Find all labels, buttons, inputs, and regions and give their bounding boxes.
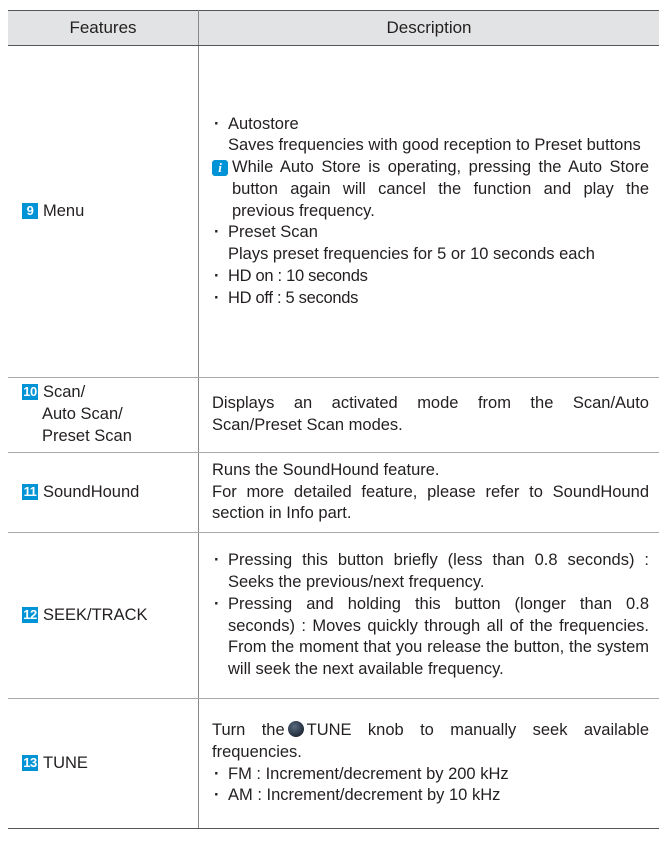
item-number-badge: 11 [22, 483, 38, 500]
feature-cell: 9 Menu [8, 45, 199, 378]
feature-cell: 10 Scan/ Auto Scan/ Preset Scan [8, 377, 199, 453]
table-row: 11 SoundHound Runs the SoundHound feature… [8, 452, 659, 533]
description-column-header: Description [198, 10, 659, 46]
bullet-item: Pressing this button briefly (less than … [212, 550, 649, 594]
info-note: i While Auto Store is operating, pressing… [212, 157, 649, 222]
feature-label-line: Preset Scan [42, 426, 132, 445]
table-header-row: Features Description [8, 10, 659, 46]
info-icon: i [212, 160, 228, 177]
feature-cell: 13 TUNE [8, 698, 199, 829]
item-number-badge: 13 [22, 754, 38, 771]
table-row: 10 Scan/ Auto Scan/ Preset Scan Displays … [8, 377, 659, 453]
bullet-detail: Saves frequencies with good reception to… [228, 136, 641, 155]
item-number-badge: 10 [22, 384, 38, 401]
description-text: Turn the TUNE knob to manually seek avail… [212, 720, 649, 764]
description-cell: Pressing this button briefly (less than … [198, 532, 659, 699]
bullet-item: AM : Increment/decrement by 10 kHz [212, 785, 649, 807]
bullet-item: Autostore [212, 114, 649, 136]
knob-icon [287, 720, 304, 737]
description-cell: Autostore Saves frequencies with good re… [198, 45, 659, 378]
item-number-badge: 12 [22, 606, 38, 623]
bullet-item: HD on : 10 seconds [212, 266, 649, 288]
bullet-item: Pressing and holding this button (longer… [212, 594, 649, 681]
feature-label: SEEK/TRACK [43, 605, 148, 624]
description-text: Displays an activated mode from the Scan… [212, 394, 649, 434]
feature-cell: 12 SEEK/TRACK [8, 532, 199, 699]
table-row: 12 SEEK/TRACK Pressing this button briefl… [8, 532, 659, 699]
feature-label: Scan/ [43, 383, 86, 402]
feature-label-line: Auto Scan/ [42, 405, 123, 424]
feature-label: TUNE [43, 753, 88, 772]
description-cell: Runs the SoundHound feature. For more de… [198, 452, 659, 533]
description-text: For more detailed feature, please refer … [212, 482, 649, 523]
item-number-badge: 9 [22, 202, 38, 219]
feature-cell: 11 SoundHound [8, 452, 199, 533]
features-table: Features Description 9 Menu Autostore Sav… [8, 10, 659, 829]
feature-label: SoundHound [43, 482, 140, 501]
bullet-item: FM : Increment/decrement by 200 kHz [212, 764, 649, 786]
description-cell: Displays an activated mode from the Scan… [198, 377, 659, 453]
table-row: 13 TUNE Turn the TUNE knob to manually see… [8, 698, 659, 829]
feature-label: Menu [43, 201, 85, 220]
description-text: Runs the SoundHound feature. [212, 460, 440, 479]
features-column-header: Features [8, 10, 199, 46]
bullet-item: Preset Scan [212, 222, 649, 244]
tune-text-pre: Turn the [212, 720, 285, 739]
table-row: 9 Menu Autostore Saves frequencies with g… [8, 45, 659, 378]
bullet-detail: Plays preset frequencies for 5 or 10 sec… [228, 245, 595, 264]
bullet-item: HD off : 5 seconds [212, 288, 649, 310]
description-cell: Turn the TUNE knob to manually seek avail… [198, 698, 659, 829]
info-note-text: While Auto Store is operating, pressing … [232, 158, 649, 220]
